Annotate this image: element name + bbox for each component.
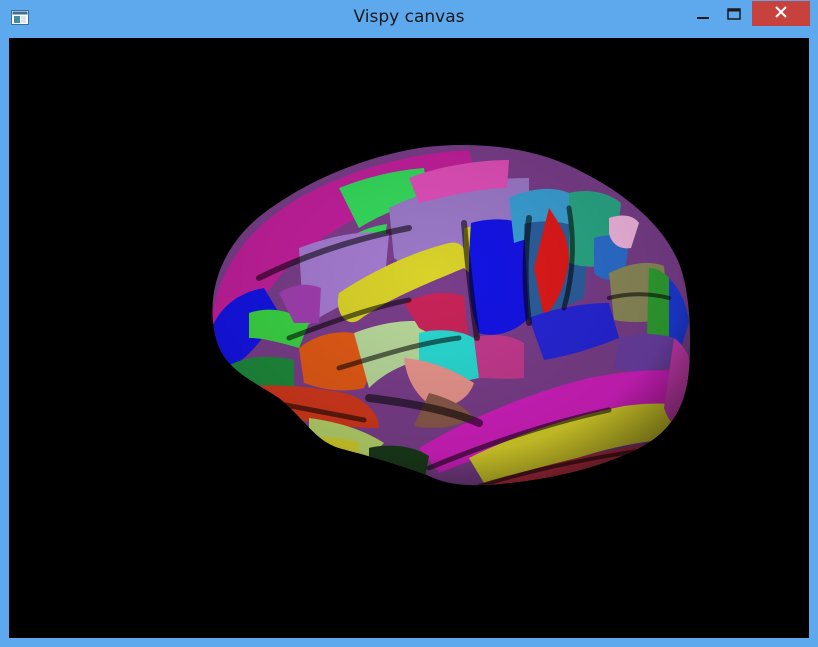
maximize-icon <box>727 6 741 25</box>
close-icon <box>774 4 788 23</box>
brain-render <box>212 145 691 486</box>
minimize-button[interactable] <box>688 2 718 28</box>
minimize-icon <box>696 6 710 25</box>
app-window-icon[interactable] <box>11 10 29 25</box>
app-window: Vispy canvas <box>0 0 818 647</box>
vispy-canvas[interactable] <box>9 38 809 638</box>
close-button[interactable] <box>752 1 810 26</box>
title-bar[interactable]: Vispy canvas <box>0 0 818 38</box>
maximize-button[interactable] <box>719 2 749 28</box>
